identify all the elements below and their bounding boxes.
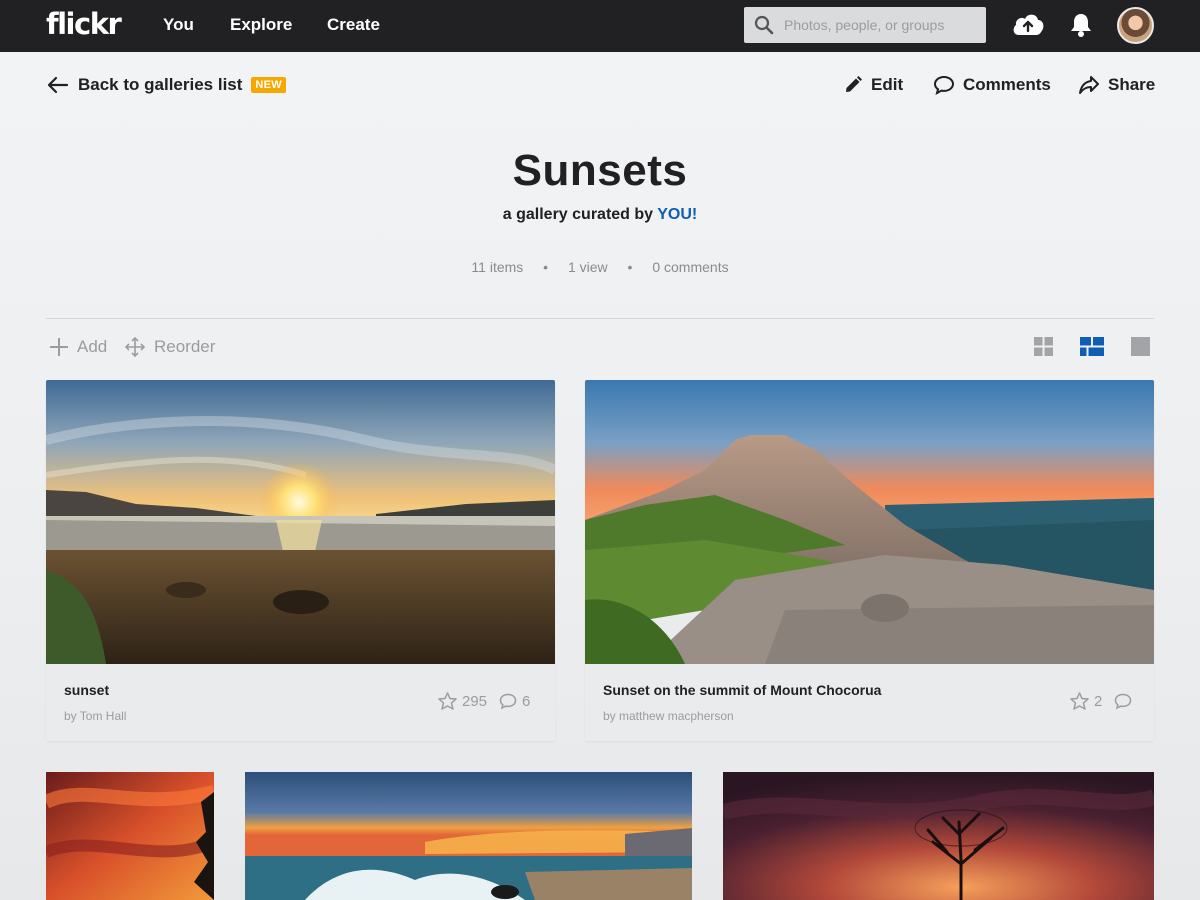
top-navigation-bar: flickr You Explore Create [0,0,1200,52]
share-arrow-icon [1079,76,1099,94]
photo-stats: 2 [1070,692,1137,710]
nav-link-create[interactable]: Create [327,15,380,35]
reorder-label: Reorder [154,337,216,356]
photo-card[interactable]: sunset by Tom Hall 295 6 [46,380,555,741]
separator-dot: • [627,259,633,275]
gallery-title: Sunsets [512,146,688,195]
photo-title[interactable]: sunset [64,682,109,698]
nav-link-explore[interactable]: Explore [230,15,292,35]
photo-ocean-waves-thumbnail[interactable] [245,772,692,900]
notification-bell-icon[interactable] [1070,12,1092,38]
comment-count-value: 6 [522,692,531,710]
section-divider [46,318,1154,319]
edit-button[interactable]: Edit [843,72,903,98]
justified-view-icon[interactable] [1080,337,1104,356]
photo-red-sky-thumbnail[interactable] [46,772,214,900]
photo-card[interactable]: Sunset on the summit of Mount Chocorua b… [585,380,1154,741]
user-avatar[interactable] [1117,7,1154,44]
star-icon[interactable] [1070,692,1089,710]
back-label: Back to galleries list [78,75,243,94]
star-icon[interactable] [438,692,457,710]
comments-button[interactable]: Comments [933,72,1051,98]
comment-bubble-icon [933,75,955,95]
photo-sunset-beach[interactable] [46,380,555,664]
subtitle-prefix: a gallery curated by [502,206,654,223]
add-button[interactable]: Add [49,335,107,359]
photo-lone-tree-thumbnail[interactable] [723,772,1154,900]
item-count: 11 items [471,259,524,275]
search-icon [754,15,774,35]
share-label: Share [1108,75,1156,94]
photo-author[interactable]: by matthew macpherson [603,709,734,723]
new-badge: NEW [251,77,286,93]
nav-link-you[interactable]: You [163,15,194,35]
comment-icon[interactable] [499,693,517,710]
comment-count: 0 comments [652,259,729,275]
flickr-logo[interactable]: flickr [46,7,122,41]
small-grid-view-icon[interactable] [1034,337,1053,356]
reorder-button[interactable]: Reorder [124,335,215,359]
view-count: 1 view [567,259,608,275]
comments-label: Comments [963,75,1051,94]
photo-author[interactable]: by Tom Hall [64,709,126,723]
upload-cloud-icon[interactable] [1011,11,1045,37]
share-button[interactable]: Share [1078,72,1155,98]
edit-label: Edit [871,75,904,94]
single-view-icon[interactable] [1131,337,1150,356]
comment-icon[interactable] [1114,693,1132,710]
photo-stats: 295 6 [438,692,530,710]
add-label: Add [77,337,108,356]
gallery-subtitle: a gallery curated by YOU! [0,206,1200,224]
search-box[interactable] [744,7,986,43]
fave-count: 295 [462,692,488,710]
photo-title[interactable]: Sunset on the summit of Mount Chocorua [603,682,881,698]
pencil-icon [846,76,862,92]
plus-icon [50,338,68,356]
move-arrows-icon [124,336,146,358]
search-input[interactable] [784,14,978,36]
gallery-stats: 11 items • 1 view • 0 comments [0,259,1200,275]
arrow-left-icon [47,76,69,94]
separator-dot: • [543,259,549,275]
curator-link[interactable]: YOU! [657,206,697,223]
back-to-galleries-link[interactable]: Back to galleries list NEW [47,72,286,98]
fave-count: 2 [1094,692,1103,710]
photo-mount-chocorua[interactable] [585,380,1154,664]
